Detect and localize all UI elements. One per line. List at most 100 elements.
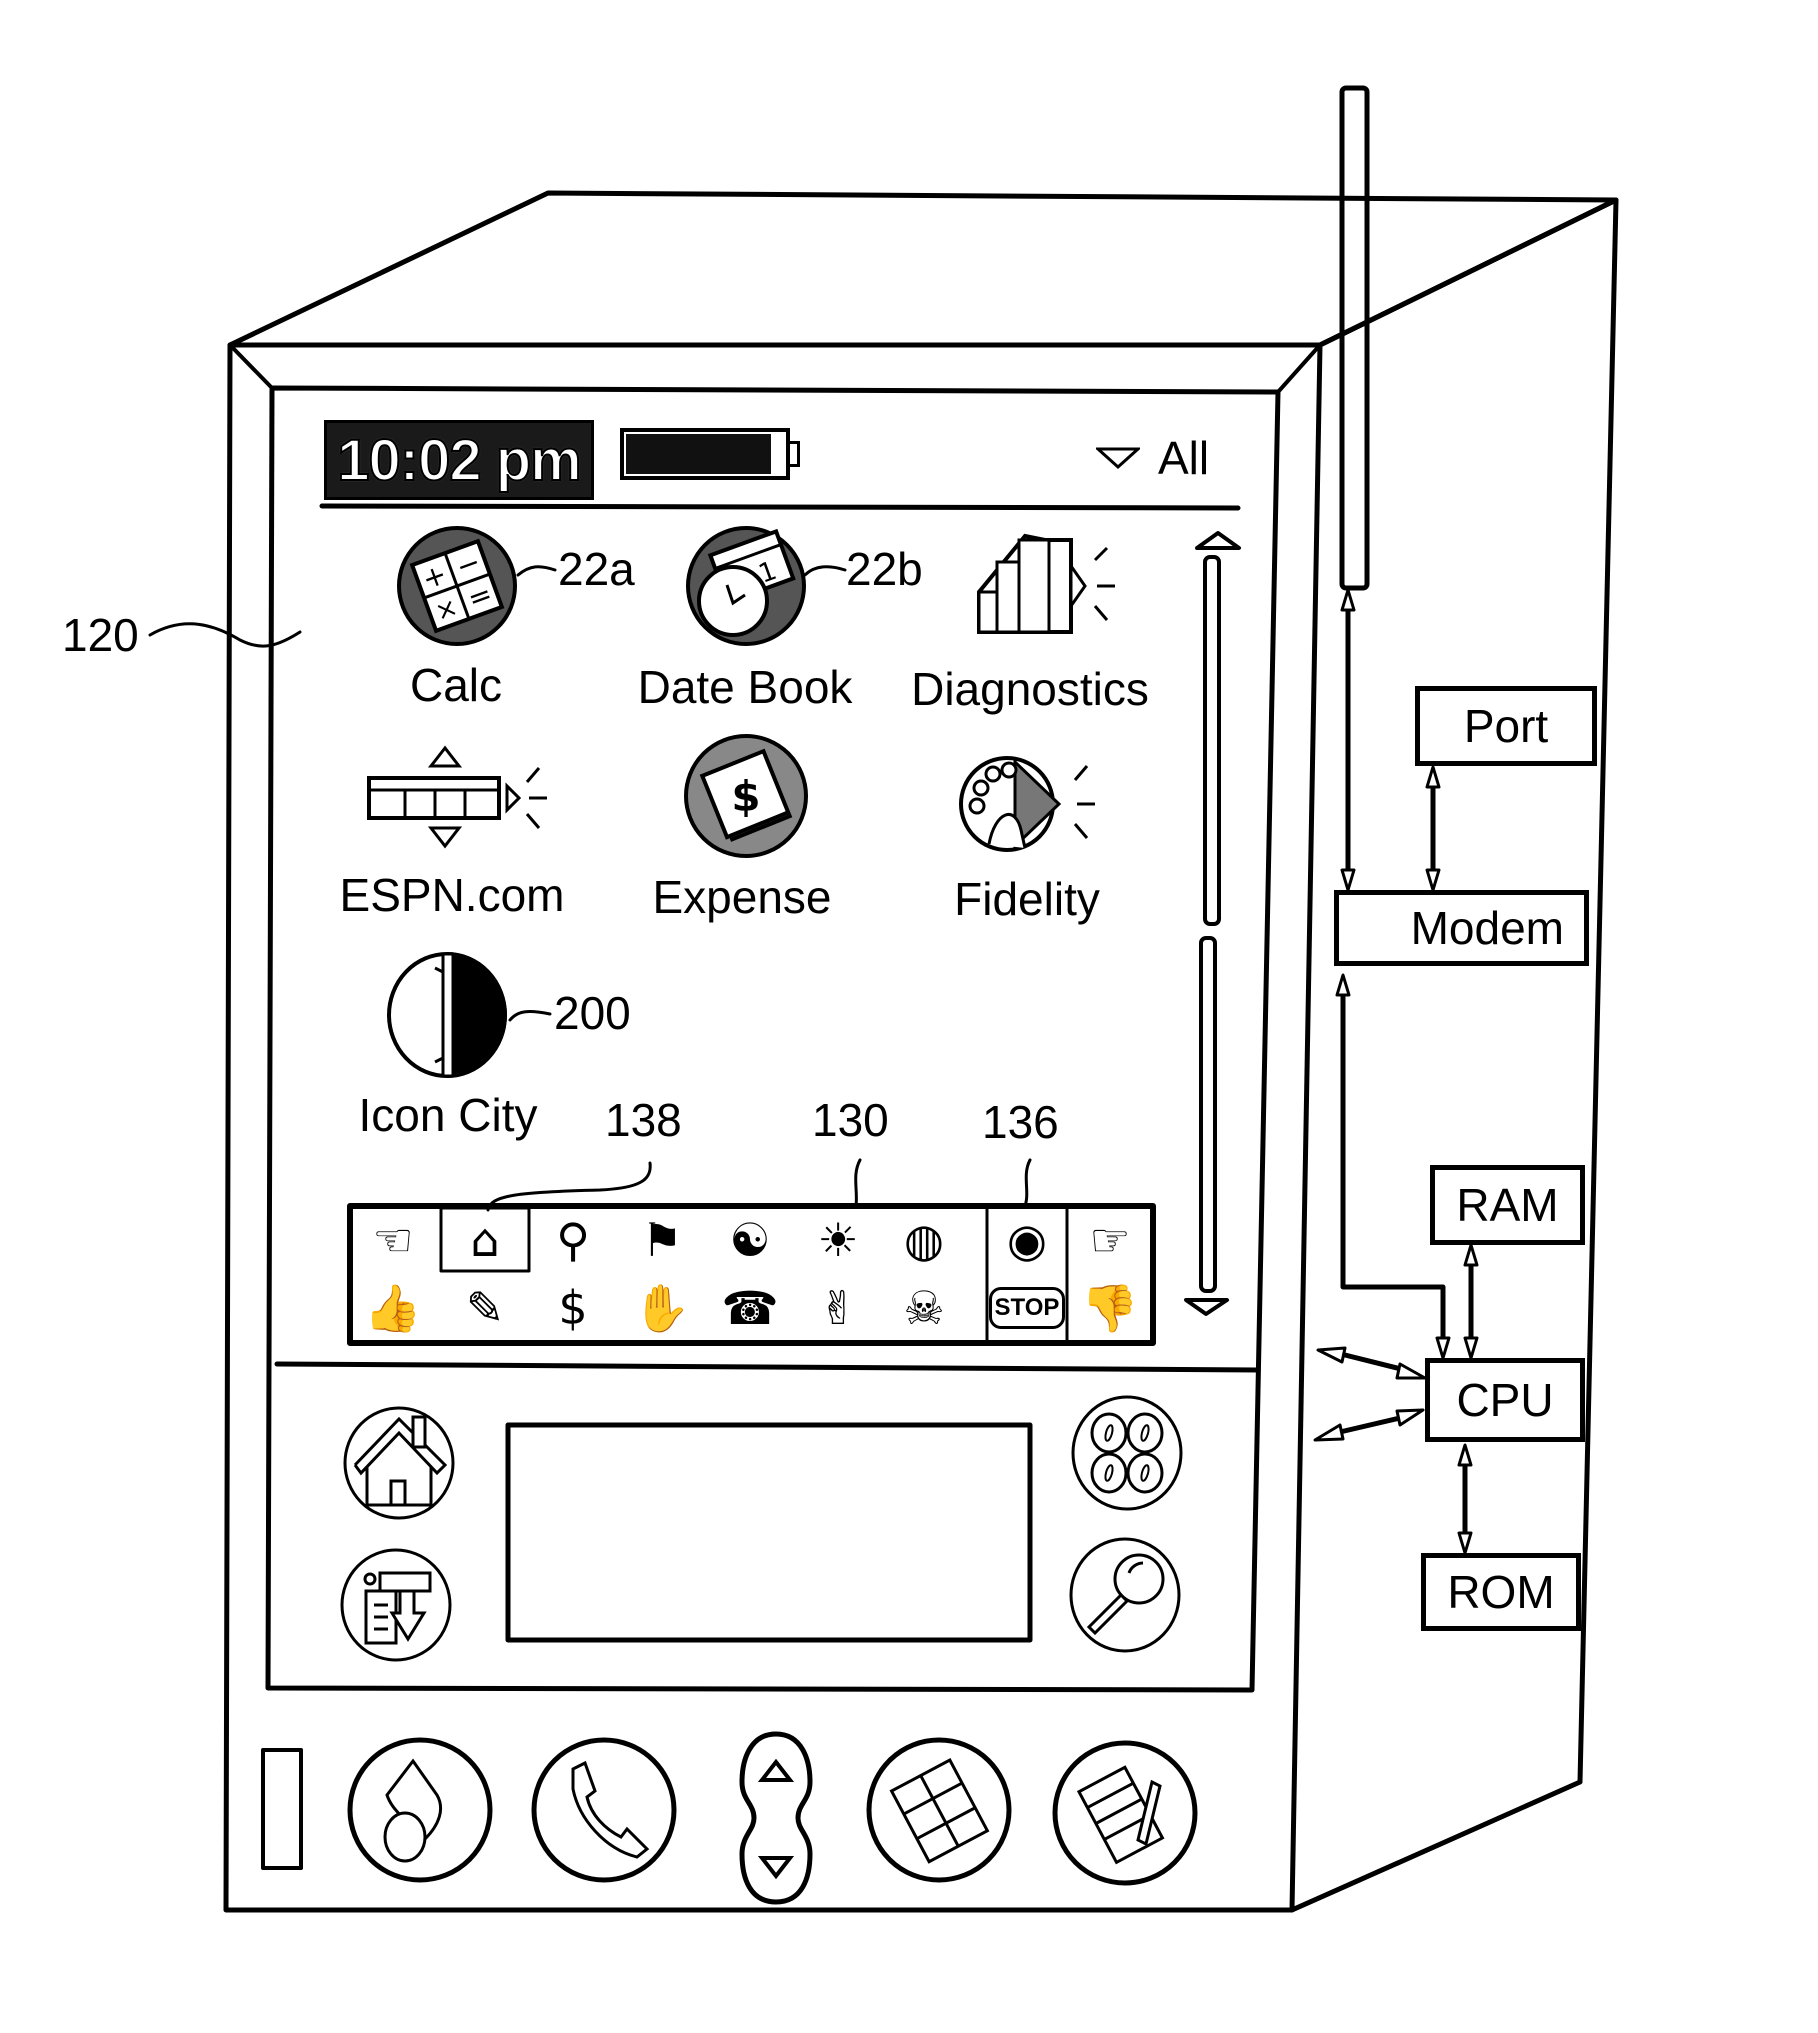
up-down-icon bbox=[739, 1731, 813, 1905]
datebook-button[interactable] bbox=[347, 1737, 493, 1888]
leader-138 bbox=[486, 1161, 652, 1212]
date-book-icon: 1 bbox=[686, 526, 806, 646]
fidelity-icon bbox=[959, 756, 1095, 852]
battery-indicator bbox=[620, 428, 790, 480]
clock-display: 10:02 pm bbox=[324, 420, 594, 500]
eye-icon[interactable]: ◉ bbox=[987, 1210, 1067, 1270]
yin-yang-icon[interactable]: ☯ bbox=[710, 1210, 790, 1270]
header-underline bbox=[319, 503, 1241, 511]
magnifier-fish-icon[interactable]: ⚲ bbox=[533, 1210, 613, 1270]
app-expense[interactable]: $ bbox=[683, 733, 809, 864]
home-icon bbox=[343, 1406, 455, 1520]
stop-sign-icon[interactable]: STOP bbox=[987, 1278, 1067, 1338]
category-dropdown[interactable]: All bbox=[1096, 430, 1209, 486]
calculator-button[interactable] bbox=[1069, 1395, 1185, 1516]
phone-button[interactable] bbox=[531, 1737, 677, 1888]
port-block: Port bbox=[1415, 686, 1597, 766]
skull-crossbones-icon[interactable]: ☠ bbox=[884, 1278, 964, 1338]
screen-divider bbox=[274, 1361, 1261, 1373]
app-label-diagnostics: Diagnostics bbox=[911, 663, 1149, 715]
scrollbar[interactable] bbox=[1184, 531, 1241, 1316]
house-scene-icon[interactable]: ⌂ bbox=[445, 1210, 525, 1270]
memo-icon bbox=[1052, 1740, 1198, 1886]
graffiti-writing-area bbox=[505, 1422, 1033, 1643]
calc-keys-icon bbox=[1071, 1395, 1183, 1511]
app-label-espn: ESPN.com bbox=[339, 869, 565, 921]
diagnostics-icon bbox=[977, 533, 1115, 634]
ref-label-22b: 22b bbox=[846, 543, 923, 595]
espn-icon bbox=[367, 745, 547, 849]
find-button[interactable] bbox=[1067, 1537, 1183, 1658]
app-diagnostics[interactable] bbox=[975, 530, 1125, 651]
category-label: All bbox=[1158, 432, 1210, 484]
scroll-track-lower bbox=[1199, 936, 1217, 1293]
menu-icon bbox=[340, 1548, 452, 1662]
phone-icon bbox=[531, 1737, 677, 1883]
money-icon[interactable]: $ bbox=[533, 1278, 613, 1338]
ram-block: RAM bbox=[1430, 1165, 1585, 1245]
leader-22a bbox=[516, 565, 557, 577]
reset-slot bbox=[261, 1748, 303, 1870]
thumbs-up-icon[interactable]: 👍 bbox=[353, 1278, 433, 1338]
clock-time: 10:02 pm bbox=[336, 427, 582, 494]
datebook-hw-icon bbox=[347, 1737, 493, 1883]
app-label-icon-city: Icon City bbox=[358, 1089, 538, 1141]
modem-block: Modem bbox=[1334, 890, 1589, 966]
app-fidelity[interactable] bbox=[955, 752, 1125, 861]
modem-label: Modem bbox=[1410, 902, 1564, 954]
pointing-hand-icon[interactable]: ☜ bbox=[353, 1210, 433, 1270]
expense-icon: $ bbox=[684, 734, 808, 858]
grid-icon bbox=[866, 1737, 1012, 1883]
address-button[interactable] bbox=[866, 1737, 1012, 1888]
crossed-fingers-icon[interactable]: ☞ bbox=[1070, 1210, 1150, 1270]
app-label-expense: Expense bbox=[652, 871, 832, 923]
memo-button[interactable] bbox=[1052, 1740, 1198, 1891]
scroll-down-arrow bbox=[1184, 1298, 1229, 1316]
app-espn[interactable] bbox=[365, 742, 555, 857]
app-label-date-book: Date Book bbox=[637, 661, 853, 713]
app-calc[interactable]: + − × = bbox=[394, 523, 520, 654]
drink-hand-icon[interactable]: ✋ bbox=[622, 1278, 702, 1338]
leader-120 bbox=[148, 622, 302, 648]
ram-label: RAM bbox=[1456, 1179, 1559, 1231]
scroll-rocker[interactable] bbox=[736, 1730, 816, 1911]
scroll-up-arrow bbox=[1195, 531, 1241, 550]
battery-nub bbox=[790, 441, 800, 467]
leader-136 bbox=[1023, 1158, 1032, 1208]
cpu-label: CPU bbox=[1456, 1374, 1554, 1426]
chevron-down-icon bbox=[1096, 447, 1140, 470]
ref-label-130: 130 bbox=[812, 1094, 889, 1146]
rom-block: ROM bbox=[1421, 1553, 1581, 1631]
search-icon bbox=[1069, 1537, 1181, 1653]
thumbs-down-icon[interactable]: 👎 bbox=[1070, 1278, 1150, 1338]
ok-hand-icon[interactable]: ✌ bbox=[798, 1278, 878, 1338]
app-label-calc: Calc bbox=[409, 659, 503, 711]
ref-label-120: 120 bbox=[62, 609, 139, 661]
sunrise-sailboat-icon[interactable]: ☀ bbox=[798, 1210, 878, 1270]
device-line-art bbox=[148, 85, 1619, 1913]
app-label-fidelity: Fidelity bbox=[954, 873, 1100, 925]
port-label: Port bbox=[1463, 700, 1549, 752]
leader-22b bbox=[803, 565, 847, 577]
artist-easel-icon[interactable]: ✎ bbox=[445, 1278, 525, 1338]
home-button[interactable] bbox=[341, 1405, 457, 1526]
app-icon-city[interactable] bbox=[385, 950, 515, 1085]
leader-200 bbox=[508, 1010, 552, 1022]
battery-fill bbox=[626, 434, 772, 474]
phone-keypad-icon[interactable]: ☎ bbox=[710, 1278, 790, 1338]
checkered-flags-icon[interactable]: ⚑ bbox=[622, 1210, 702, 1270]
scroll-track-upper bbox=[1203, 555, 1221, 926]
rom-label: ROM bbox=[1447, 1566, 1555, 1618]
device-top-face bbox=[227, 190, 1619, 348]
ref-label-22a: 22a bbox=[558, 543, 635, 595]
ref-label-138: 138 bbox=[605, 1094, 682, 1146]
menu-button[interactable] bbox=[338, 1547, 454, 1668]
antenna bbox=[1339, 85, 1370, 591]
leader-130 bbox=[854, 1158, 862, 1208]
svg-text:$: $ bbox=[731, 772, 760, 821]
app-date-book[interactable]: 1 bbox=[683, 523, 809, 654]
globe-icon[interactable]: ◍ bbox=[884, 1210, 964, 1270]
calculator-icon: + − × = bbox=[397, 526, 517, 646]
ref-label-136: 136 bbox=[982, 1096, 1059, 1148]
ref-label-200: 200 bbox=[554, 987, 631, 1039]
